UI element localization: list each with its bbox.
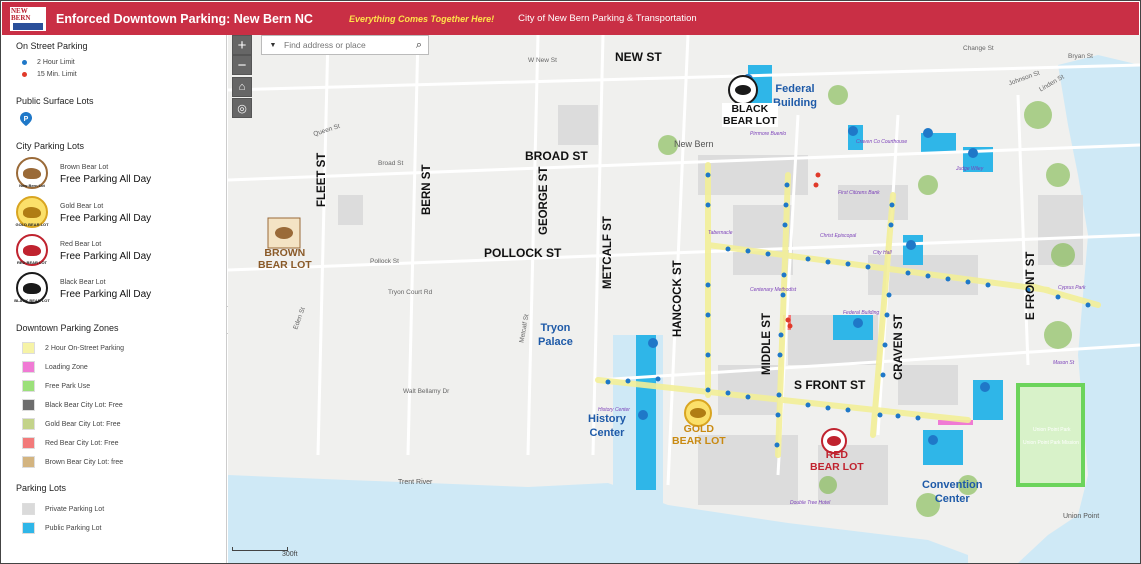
legend-item-parking-pin: P bbox=[20, 112, 32, 126]
lot-free-note: Free Parking All Day bbox=[60, 174, 152, 185]
lot-name: Brown Bear Lot bbox=[60, 164, 109, 171]
legend-label: Brown Bear City Lot: free bbox=[45, 458, 124, 466]
red-dot-icon bbox=[22, 72, 27, 77]
zone-swatch bbox=[22, 399, 35, 411]
legend-zone-item: Brown Bear City Lot: free bbox=[22, 456, 123, 468]
legend-zone-item: Black Bear City Lot: Free bbox=[22, 399, 123, 411]
bear-shape bbox=[23, 282, 41, 294]
legend-zone-item: Loading Zone bbox=[22, 361, 88, 373]
legend-zone-item: Red Bear City Lot: Free bbox=[22, 437, 119, 449]
logo-text: NEW BERN bbox=[11, 6, 31, 22]
zoom-in-button[interactable]: + bbox=[232, 35, 252, 55]
legend-heading-surface-lots: Public Surface Lots bbox=[16, 96, 94, 106]
search-bar[interactable]: ▼ ⌕ bbox=[261, 35, 429, 55]
legend-brown-bear-lot: New Bern Lot Brown Bear Lot Free Parking … bbox=[16, 157, 151, 189]
city-hall-lot bbox=[903, 235, 923, 265]
brown-bear-icon: New Bern Lot bbox=[16, 157, 48, 189]
transport-link[interactable]: City of New Bern Parking & Transportatio… bbox=[518, 13, 696, 24]
scale-bar-line bbox=[232, 547, 288, 551]
middle-lot bbox=[833, 315, 873, 340]
legend-label: 15 Min. Limit bbox=[37, 71, 77, 78]
legend-label: 2 Hour On-Street Parking bbox=[45, 344, 124, 352]
svg-text:P: P bbox=[24, 116, 29, 123]
legend-panel: On Street Parking 2 Hour Limit 15 Min. L… bbox=[2, 35, 227, 563]
app-title: Enforced Downtown Parking: New Bern NC bbox=[56, 11, 313, 26]
red-bear-icon: RED BEAR LOT bbox=[16, 234, 48, 266]
legend-label: Loading Zone bbox=[45, 363, 88, 371]
lot-name: Black Bear Lot bbox=[60, 279, 106, 286]
locate-icon: ◎ bbox=[237, 102, 247, 115]
legend-lot-item: Public Parking Lot bbox=[22, 522, 101, 534]
legend-heading-on-street: On Street Parking bbox=[16, 41, 88, 51]
lot-swatch bbox=[22, 503, 35, 515]
union-point-park bbox=[1016, 383, 1085, 487]
zone-swatch bbox=[22, 437, 35, 449]
legend-label: Gold Bear City Lot: Free bbox=[45, 420, 121, 428]
black-bear-icon: BLACK BEAR LOT bbox=[14, 272, 50, 304]
logo-bar bbox=[13, 22, 43, 30]
zone-swatch bbox=[22, 361, 35, 373]
scale-label: 300ft bbox=[282, 551, 298, 558]
lot-free-note: Free Parking All Day bbox=[60, 213, 152, 224]
home-button[interactable]: ⌂ bbox=[232, 77, 252, 97]
home-icon: ⌂ bbox=[238, 81, 246, 93]
legend-label: Black Bear City Lot: Free bbox=[45, 401, 123, 409]
legend-label: Private Parking Lot bbox=[45, 505, 105, 513]
search-icon[interactable]: ⌕ bbox=[410, 39, 428, 52]
legend-label: Red Bear City Lot: Free bbox=[45, 439, 119, 447]
bear-shape bbox=[23, 244, 41, 256]
zone-swatch bbox=[22, 380, 35, 392]
app-tagline: Everything Comes Together Here! bbox=[348, 13, 495, 24]
legend-label: 2 Hour Limit bbox=[37, 59, 75, 66]
legend-zone-item: 2 Hour On-Street Parking bbox=[22, 342, 124, 354]
lot-swatch bbox=[22, 522, 35, 534]
zone-swatch bbox=[22, 418, 35, 430]
lot-name: Gold Bear Lot bbox=[60, 203, 104, 210]
scale-bar: 300ft bbox=[232, 547, 298, 558]
badge-text: RED BEAR LOT bbox=[17, 260, 47, 265]
zone-swatch bbox=[22, 456, 35, 468]
city-logo[interactable]: NEW BERN bbox=[10, 6, 46, 31]
badge-text: BLACK BEAR LOT bbox=[14, 298, 50, 303]
legend-heading-parking-lots: Parking Lots bbox=[16, 483, 67, 493]
locate-button[interactable]: ◎ bbox=[232, 98, 252, 118]
legend-item-2-hour: 2 Hour Limit bbox=[22, 59, 75, 66]
gold-bear-icon: GOLD BEAR LOT bbox=[15, 196, 49, 228]
legend-heading-zones: Downtown Parking Zones bbox=[16, 323, 119, 333]
search-input[interactable] bbox=[284, 40, 410, 50]
app-window: NEW BERN Enforced Downtown Parking: New … bbox=[0, 0, 1141, 564]
map-view[interactable]: + − ⌂ ◎ ▼ ⌕ NEW ST BROAD ST POLLOCK ST F… bbox=[228, 35, 1140, 563]
bear-shape bbox=[23, 167, 41, 179]
legend-red-bear-lot: RED BEAR LOT Red Bear Lot Free Parking Al… bbox=[16, 234, 151, 266]
lot-free-note: Free Parking All Day bbox=[60, 251, 152, 262]
blue-dot-icon bbox=[22, 60, 27, 65]
legend-zone-item: Free Park Use bbox=[22, 380, 90, 392]
basemap bbox=[228, 35, 1140, 563]
lot-name: Red Bear Lot bbox=[60, 241, 102, 248]
zone-swatch bbox=[22, 342, 35, 354]
minus-icon: − bbox=[237, 56, 247, 74]
lot-free-note: Free Parking All Day bbox=[60, 289, 152, 300]
legend-lot-item: Private Parking Lot bbox=[22, 503, 104, 515]
badge-text: New Bern Lot bbox=[19, 183, 45, 188]
bear-shape bbox=[23, 206, 41, 218]
zoom-out-button[interactable]: − bbox=[232, 55, 252, 75]
legend-zone-item: Gold Bear City Lot: Free bbox=[22, 418, 120, 430]
convention-lot bbox=[923, 430, 963, 465]
legend-label: Public Parking Lot bbox=[45, 524, 102, 532]
legend-item-15-min: 15 Min. Limit bbox=[22, 71, 77, 78]
chevron-down-icon[interactable]: ▼ bbox=[262, 42, 284, 49]
legend-gold-bear-lot: GOLD BEAR LOT Gold Bear Lot Free Parking … bbox=[15, 196, 152, 228]
app-header: NEW BERN Enforced Downtown Parking: New … bbox=[2, 2, 1139, 35]
legend-black-bear-lot: BLACK BEAR LOT Black Bear Lot Free Parkin… bbox=[14, 272, 152, 304]
badge-text: GOLD BEAR LOT bbox=[15, 222, 49, 227]
legend-label: Free Park Use bbox=[45, 382, 91, 390]
parking-pin-icon: P bbox=[20, 112, 32, 126]
legend-heading-city-lots: City Parking Lots bbox=[16, 141, 85, 151]
plus-icon: + bbox=[237, 36, 247, 54]
